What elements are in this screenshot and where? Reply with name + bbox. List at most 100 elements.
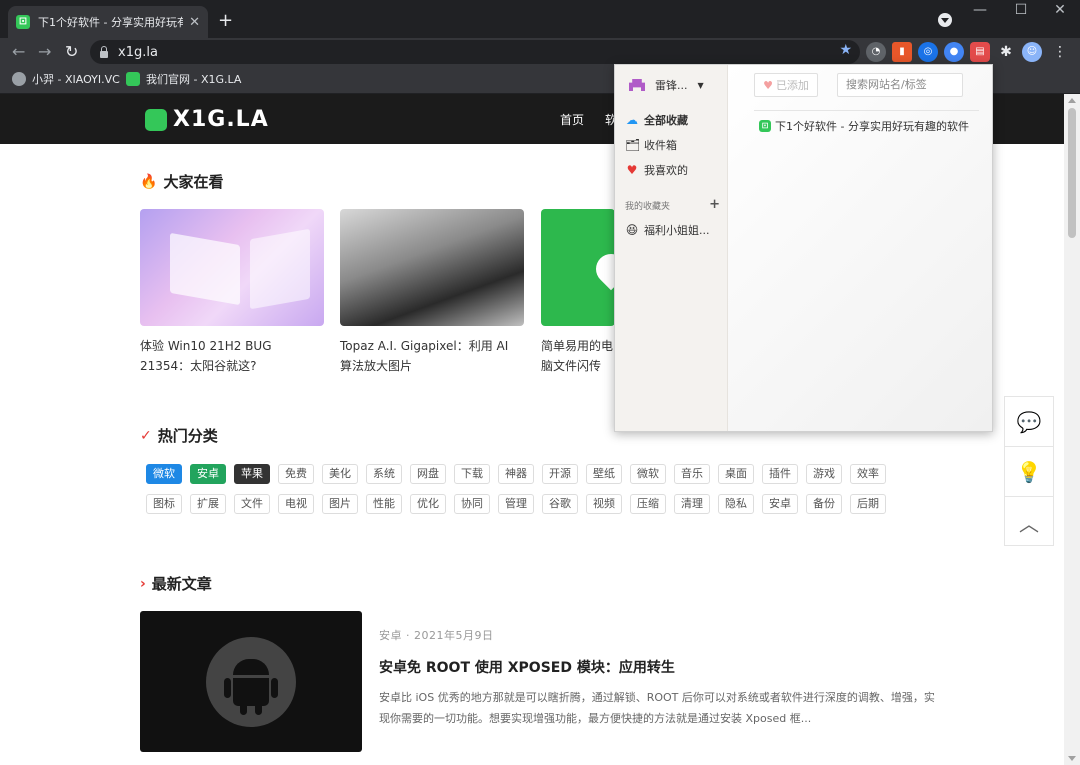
- category-tag[interactable]: 性能: [366, 494, 402, 514]
- category-tag[interactable]: 优化: [410, 494, 446, 514]
- back-to-top-icon[interactable]: ︿: [1005, 497, 1053, 547]
- category-tag[interactable]: 网盘: [410, 464, 446, 484]
- category-tag[interactable]: 安卓: [190, 464, 226, 484]
- folder-item[interactable]: 😆 福利小姐姐...: [625, 222, 710, 238]
- new-tab-button[interactable]: +: [218, 10, 233, 31]
- category-tag[interactable]: 美化: [322, 464, 358, 484]
- menu-inbox[interactable]: 🗂 收件箱: [625, 137, 677, 153]
- add-folder-icon[interactable]: +: [709, 197, 720, 212]
- menu-all-bookmarks[interactable]: ☁ 全部收藏: [625, 112, 688, 128]
- category-tag[interactable]: 微软: [146, 464, 182, 484]
- nav-home[interactable]: 首页: [560, 111, 584, 128]
- card-title[interactable]: 体验 Win10 21H2 BUG 21354：太阳谷就这?: [140, 336, 324, 376]
- back-button[interactable]: ←: [12, 42, 25, 61]
- extension-office-icon[interactable]: ▮: [892, 42, 912, 62]
- bookmark-star-icon[interactable]: ★: [839, 42, 852, 58]
- address-bar[interactable]: x1g.la ★: [90, 40, 860, 64]
- tag-row: 图标 扩展 文件 电视 图片 性能 优化 协同 管理 谷歌 视频 压缩 清理 隐私 安卓 备份 后期: [146, 494, 894, 514]
- maximize-button[interactable]: ☐: [1007, 2, 1035, 18]
- tab-search-icon[interactable]: [938, 13, 952, 27]
- category-tag[interactable]: 开源: [542, 464, 578, 484]
- category-tag[interactable]: 电视: [278, 494, 314, 514]
- article-title[interactable]: 安卓免 ROOT 使用 XPOSED 模块：应用转生: [379, 657, 675, 677]
- user-switcher[interactable]: 雷锋... ▼: [629, 77, 704, 93]
- card-thumbnail[interactable]: [340, 209, 524, 326]
- extension-location-icon[interactable]: ●: [944, 42, 964, 62]
- article-card[interactable]: 体验 Win10 21H2 BUG 21354：太阳谷就这?: [140, 209, 324, 376]
- category-tag[interactable]: 管理: [498, 494, 534, 514]
- fire-icon: 🔥: [140, 173, 158, 190]
- category-tag[interactable]: 备份: [806, 494, 842, 514]
- category-tag[interactable]: 插件: [762, 464, 798, 484]
- category-tag[interactable]: 后期: [850, 494, 886, 514]
- menu-icon[interactable]: ⋮: [1050, 42, 1070, 62]
- section-title-text: 热门分类: [157, 427, 218, 445]
- category-tag[interactable]: 音乐: [674, 464, 710, 484]
- browser-tab[interactable]: ⊡ 下1个好软件 - 分享实用好玩有趣 ✕: [8, 6, 208, 38]
- url-text: x1g.la: [118, 44, 158, 60]
- scroll-down-icon[interactable]: [1068, 756, 1076, 761]
- x1g-favicon-icon: [126, 72, 140, 86]
- floating-toolbar: 💬 💡 ︿: [1004, 396, 1054, 546]
- close-window-button[interactable]: ✕: [1046, 2, 1074, 18]
- bookmark-x1g[interactable]: 我们官网 - X1G.LA: [126, 71, 241, 87]
- category-tag[interactable]: 效率: [850, 464, 886, 484]
- extension-bookmark-icon[interactable]: ▤: [970, 42, 990, 62]
- browser-window: ⊡ 下1个好软件 - 分享实用好玩有趣 ✕ + — ☐ ✕ ← → ↻ x1g.…: [0, 0, 1080, 765]
- added-button[interactable]: ♥ 已添加: [754, 73, 818, 97]
- extensions-puzzle-icon[interactable]: ✱: [996, 42, 1016, 62]
- bookmark-search-input[interactable]: 搜索网站名/标签: [837, 73, 963, 97]
- category-tag[interactable]: 神器: [498, 464, 534, 484]
- card-thumbnail[interactable]: [140, 209, 324, 326]
- site-logo[interactable]: X1G.LA: [145, 107, 269, 132]
- category-tag[interactable]: 下载: [454, 464, 490, 484]
- check-icon: ✓: [140, 427, 152, 444]
- menu-favorites[interactable]: ♥ 我喜欢的: [625, 162, 688, 178]
- article-thumbnail[interactable]: [140, 611, 362, 752]
- category-tag[interactable]: 谷歌: [542, 494, 578, 514]
- x1g-favicon-icon: ⊡: [16, 15, 30, 29]
- article-meta: 安卓 · 2021年5月9日: [379, 629, 494, 642]
- bookmark-extension-popup: 雷锋... ▼ ☁ 全部收藏 🗂 收件箱 ♥ 我喜欢的 我的收藏夹 + 😆 福利: [614, 64, 993, 432]
- category-tag[interactable]: 桌面: [718, 464, 754, 484]
- reload-button[interactable]: ↻: [65, 42, 78, 61]
- card-title[interactable]: 简单易用的电脑文件闪传: [541, 336, 615, 376]
- category-tag[interactable]: 图标: [146, 494, 182, 514]
- category-tag[interactable]: 游戏: [806, 464, 842, 484]
- latest-section-title: › 最新文章: [140, 573, 212, 594]
- page-scrollbar[interactable]: [1064, 94, 1080, 765]
- category-tag[interactable]: 文件: [234, 494, 270, 514]
- article-card[interactable]: 简单易用的电脑文件闪传: [541, 209, 615, 376]
- article-card[interactable]: Topaz A.I. Gigapixel：利用 AI 算法放大图片: [340, 209, 524, 376]
- extension-clock-icon[interactable]: ◔: [866, 42, 886, 62]
- folder-label: 福利小姐姐...: [644, 224, 710, 237]
- close-tab-icon[interactable]: ✕: [189, 15, 200, 30]
- category-tag[interactable]: 微软: [630, 464, 666, 484]
- profile-avatar[interactable]: ☺: [1022, 42, 1042, 62]
- wechat-icon[interactable]: 💬: [1005, 397, 1053, 447]
- card-title[interactable]: Topaz A.I. Gigapixel：利用 AI 算法放大图片: [340, 336, 524, 376]
- extension-globe-icon[interactable]: ◎: [918, 42, 938, 62]
- forward-button[interactable]: →: [38, 42, 51, 61]
- category-tag[interactable]: 压缩: [630, 494, 666, 514]
- scroll-up-icon[interactable]: [1068, 98, 1076, 103]
- category-tag[interactable]: 隐私: [718, 494, 754, 514]
- category-tag[interactable]: 壁纸: [586, 464, 622, 484]
- category-tag[interactable]: 系统: [366, 464, 402, 484]
- lightbulb-icon[interactable]: 💡: [1005, 447, 1053, 497]
- saved-link[interactable]: ⊡ 下1个好软件 - 分享实用好玩有趣的软件: [759, 118, 969, 134]
- category-tag[interactable]: 协同: [454, 494, 490, 514]
- category-tag[interactable]: 清理: [674, 494, 710, 514]
- category-tag[interactable]: 安卓: [762, 494, 798, 514]
- avatar-icon: [12, 72, 26, 86]
- category-tag[interactable]: 免费: [278, 464, 314, 484]
- bookmark-xiaoyi[interactable]: 小羿 - XIAOYI.VC: [12, 71, 120, 87]
- category-tag[interactable]: 图片: [322, 494, 358, 514]
- lock-icon[interactable]: [100, 45, 108, 58]
- category-tag[interactable]: 苹果: [234, 464, 270, 484]
- category-tag[interactable]: 视频: [586, 494, 622, 514]
- scrollbar-thumb[interactable]: [1068, 108, 1076, 238]
- card-thumbnail[interactable]: [541, 209, 615, 326]
- category-tag[interactable]: 扩展: [190, 494, 226, 514]
- minimize-button[interactable]: —: [966, 2, 994, 18]
